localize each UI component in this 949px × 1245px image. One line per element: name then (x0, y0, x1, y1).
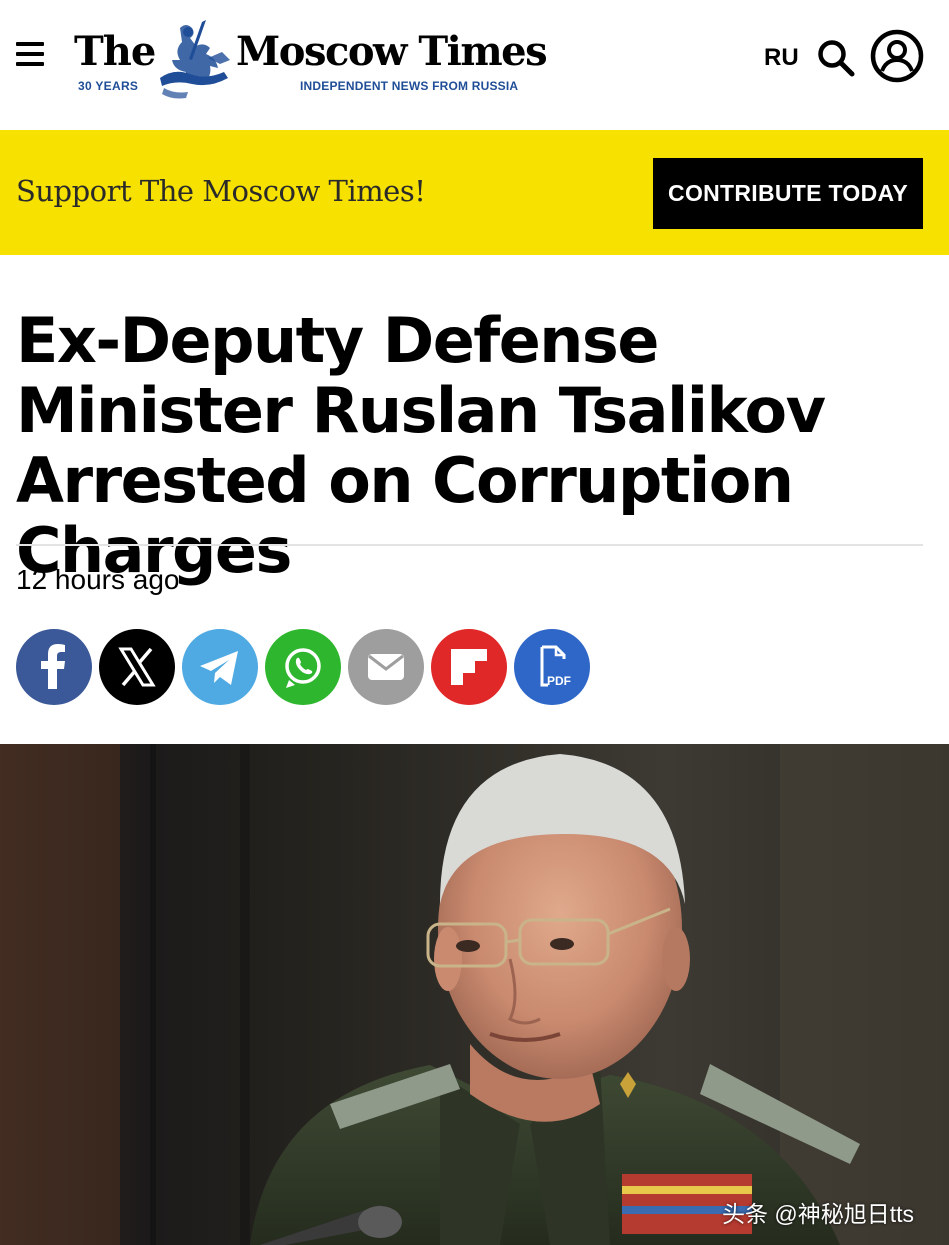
share-email-button[interactable] (348, 629, 424, 705)
search-icon[interactable] (816, 38, 856, 78)
email-icon (368, 654, 404, 680)
st-george-emblem-icon (160, 20, 230, 99)
menu-icon[interactable] (16, 42, 44, 68)
share-flipboard-button[interactable] (431, 629, 507, 705)
support-banner-text: Support The Moscow Times! (16, 174, 426, 208)
article-photo: 头条 @神秘旭日tts (0, 744, 949, 1245)
support-banner: Support The Moscow Times! CONTRIBUTE TOD… (0, 130, 949, 255)
share-telegram-button[interactable] (182, 629, 258, 705)
facebook-icon (41, 644, 65, 689)
logo-name: Moscow Times (236, 28, 548, 75)
share-x-button[interactable] (99, 629, 175, 705)
telegram-icon (200, 651, 238, 685)
photo-watermark: 头条 @神秘旭日tts (722, 1201, 915, 1227)
share-facebook-button[interactable] (16, 629, 92, 705)
logo-the: The (74, 28, 156, 75)
logo-years: 30 YEARS (78, 79, 139, 93)
whatsapp-icon (285, 648, 321, 688)
user-account-icon[interactable] (870, 29, 924, 83)
x-icon (118, 647, 156, 687)
pdf-label: PDF (547, 674, 571, 688)
flipboard-icon (451, 649, 487, 685)
publish-time: 12 hours ago (16, 564, 180, 595)
site-logo[interactable]: The Moscow Times 30 YEARS INDEPENDENT NE… (72, 18, 548, 104)
contribute-button[interactable]: CONTRIBUTE TODAY (653, 158, 923, 229)
share-whatsapp-button[interactable] (265, 629, 341, 705)
pdf-icon: PDF (540, 645, 571, 688)
headline-divider (16, 544, 923, 546)
logo-tagline: INDEPENDENT NEWS FROM RUSSIA (300, 79, 519, 93)
language-switch-link[interactable]: RU (764, 44, 799, 72)
photo-official-portrait (0, 744, 949, 1245)
share-pdf-button[interactable]: PDF (514, 629, 590, 705)
site-header: The Moscow Times 30 YEARS INDEPENDENT NE… (0, 0, 949, 130)
